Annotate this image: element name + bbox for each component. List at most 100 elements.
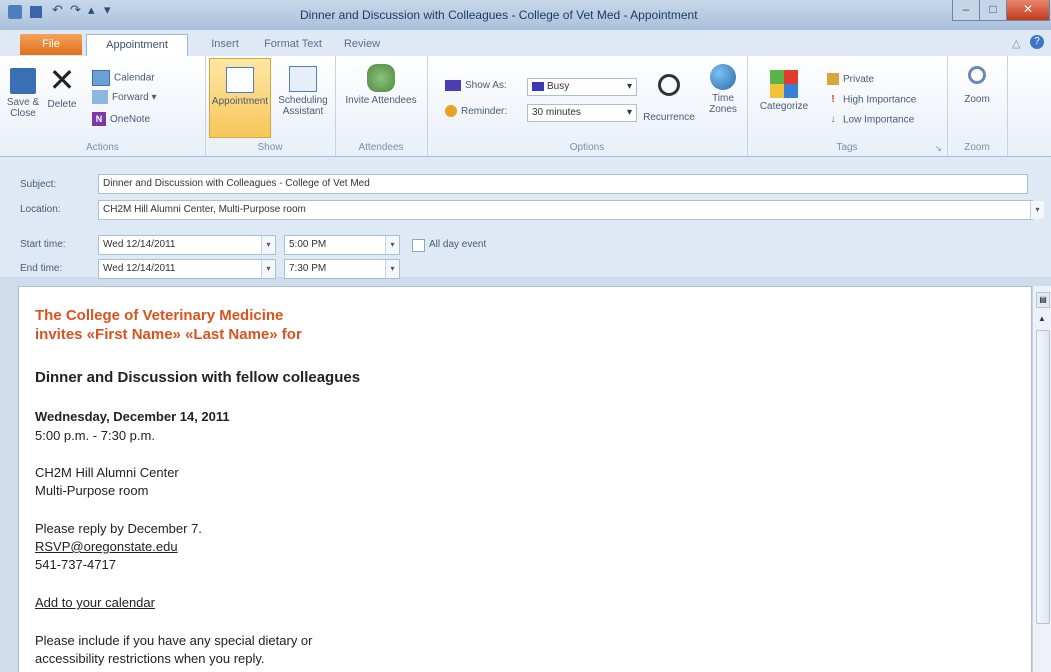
event-time: 5:00 p.m. - 7:30 p.m. xyxy=(35,428,155,443)
reply-deadline: Please reply by December 7. xyxy=(35,521,202,536)
reminder-label: Reminder: xyxy=(445,104,507,120)
add-to-calendar-link[interactable]: Add to your calendar xyxy=(35,595,155,610)
chevron-down-icon: ▾ xyxy=(626,81,632,92)
invite-line-2: invites «First Name» «Last Name» for xyxy=(35,326,302,343)
scheduling-icon xyxy=(289,66,317,92)
close-button[interactable]: ✕ xyxy=(1006,0,1050,21)
dietary-note-line-2: accessibility restrictions when you repl… xyxy=(35,651,265,666)
save-close-button[interactable]: Save & Close xyxy=(4,68,42,119)
categorize-button[interactable]: Categorize xyxy=(757,70,811,112)
calendar-label: Calendar xyxy=(114,72,155,84)
undo-icon[interactable]: ↶ xyxy=(52,2,63,20)
all-day-label: All day event xyxy=(429,239,487,250)
end-time-dropdown-button[interactable]: ▾ xyxy=(385,260,399,278)
message-body[interactable]: The College of Veterinary Medicine invit… xyxy=(18,286,1032,672)
categorize-label: Categorize xyxy=(759,101,809,112)
ribbon-tabs: File Appointment Insert Format Text Revi… xyxy=(0,30,1051,56)
calendar-button[interactable]: Calendar xyxy=(92,70,155,86)
exclamation-icon: ! xyxy=(831,94,835,105)
down-arrow-icon[interactable]: ▾ xyxy=(104,2,111,20)
end-date-picker[interactable]: Wed 12/14/2011 xyxy=(98,259,276,279)
maximize-button[interactable]: □ xyxy=(979,0,1007,21)
minimize-button[interactable]: – xyxy=(952,0,980,21)
venue-line-2: Multi-Purpose room xyxy=(35,483,149,498)
location-input[interactable]: CH2M Hill Alumni Center, Multi-Purpose r… xyxy=(98,200,1033,220)
all-day-checkbox[interactable] xyxy=(412,239,425,252)
ruler-toggle-icon[interactable]: ▤ xyxy=(1036,292,1050,308)
lock-icon xyxy=(827,73,839,86)
calendar-icon xyxy=(92,70,110,86)
tab-insert[interactable]: Insert xyxy=(200,34,250,55)
end-date-dropdown-button[interactable]: ▾ xyxy=(261,260,275,278)
tab-appointment[interactable]: Appointment xyxy=(86,34,188,56)
group-zoom: Zoom Zoom xyxy=(947,56,1008,156)
end-time-picker[interactable]: 7:30 PM xyxy=(284,259,400,279)
subject-label: Subject: xyxy=(20,179,57,190)
scroll-up-icon[interactable]: ▲ xyxy=(1036,312,1048,326)
appointment-label: Appointment xyxy=(211,96,269,107)
ribbon: Save & Close ✕ Delete Calendar Forward ▾… xyxy=(0,56,1051,157)
save-icon[interactable] xyxy=(30,6,42,18)
onenote-button[interactable]: N OneNote xyxy=(92,112,150,128)
scheduling-assistant-button[interactable]: Scheduling Assistant xyxy=(275,66,331,117)
event-date: Wednesday, December 14, 2011 xyxy=(35,409,230,424)
location-dropdown-button[interactable]: ▾ xyxy=(1030,201,1044,219)
zoom-group-label: Zoom xyxy=(964,142,990,153)
time-zones-button[interactable]: Time Zones xyxy=(703,64,743,115)
high-importance-button[interactable]: ! High Importance xyxy=(827,92,916,108)
delete-x-icon: ✕ xyxy=(48,62,76,98)
appointment-icon xyxy=(226,67,254,93)
appointment-view-button[interactable]: Appointment xyxy=(209,58,271,138)
show-as-value: Busy xyxy=(547,81,570,92)
show-as-text: Show As: xyxy=(465,80,507,91)
minimize-ribbon-icon[interactable]: △ xyxy=(1012,37,1020,50)
people-icon xyxy=(367,64,395,92)
forward-button[interactable]: Forward ▾ xyxy=(92,90,157,106)
delete-button[interactable]: ✕ Delete xyxy=(44,64,80,110)
scrollbar-thumb[interactable] xyxy=(1036,330,1050,624)
delete-label: Delete xyxy=(47,99,77,110)
actions-group-label: Actions xyxy=(86,142,119,153)
start-time-label: Start time: xyxy=(20,239,66,250)
tab-format-text[interactable]: Format Text xyxy=(256,34,330,55)
reminder-select[interactable]: 30 minutes ▾ xyxy=(527,104,637,122)
options-group-label: Options xyxy=(569,142,605,153)
up-arrow-icon[interactable]: ▴ xyxy=(88,2,95,20)
low-importance-button[interactable]: ↓ Low Importance xyxy=(827,112,915,128)
event-heading: Dinner and Discussion with fellow collea… xyxy=(35,369,361,386)
group-show: Appointment Scheduling Assistant Show xyxy=(205,56,336,156)
recurrence-button[interactable]: Recurrence xyxy=(641,66,697,123)
show-as-select[interactable]: Busy ▾ xyxy=(527,78,637,96)
busy-color-icon xyxy=(532,81,544,91)
onenote-label: OneNote xyxy=(110,114,151,125)
start-date-dropdown-button[interactable]: ▾ xyxy=(261,236,275,254)
window-title: Dinner and Discussion with Colleagues - … xyxy=(300,8,698,22)
rsvp-email-link[interactable]: RSVP@oregonstate.edu xyxy=(35,539,178,554)
dialog-launcher-icon[interactable]: ↘ xyxy=(935,144,942,153)
invite-line-1: The College of Veterinary Medicine xyxy=(35,307,284,324)
phone-number: 541-737-4717 xyxy=(35,557,116,572)
tab-file[interactable]: File xyxy=(20,34,82,55)
redo-icon[interactable]: ↷ xyxy=(70,2,81,20)
down-arrow-icon: ↓ xyxy=(830,114,836,125)
start-time-picker[interactable]: 5:00 PM xyxy=(284,235,400,255)
zoom-button[interactable]: Zoom xyxy=(955,66,999,105)
save-close-label: Save & Close xyxy=(6,97,40,119)
reminder-value: 30 minutes xyxy=(532,107,581,118)
invite-attendees-button[interactable]: Invite Attendees xyxy=(343,64,419,106)
bell-icon xyxy=(445,105,457,118)
venue-line-1: CH2M Hill Alumni Center xyxy=(35,465,179,480)
categorize-icon xyxy=(770,70,798,98)
start-date-picker[interactable]: Wed 12/14/2011 xyxy=(98,235,276,255)
globe-icon xyxy=(710,64,736,90)
start-time-dropdown-button[interactable]: ▾ xyxy=(385,236,399,254)
forward-icon xyxy=(92,90,108,105)
vertical-scrollbar[interactable]: ▤ ▲ xyxy=(1032,286,1051,672)
high-importance-label: High Importance xyxy=(843,94,917,106)
show-as-icon xyxy=(445,79,461,91)
private-button[interactable]: Private xyxy=(827,72,874,88)
help-icon[interactable]: ? xyxy=(1030,35,1044,49)
subject-input[interactable]: Dinner and Discussion with Colleagues - … xyxy=(98,174,1028,194)
tab-review[interactable]: Review xyxy=(334,34,390,55)
save-icon xyxy=(10,68,36,94)
